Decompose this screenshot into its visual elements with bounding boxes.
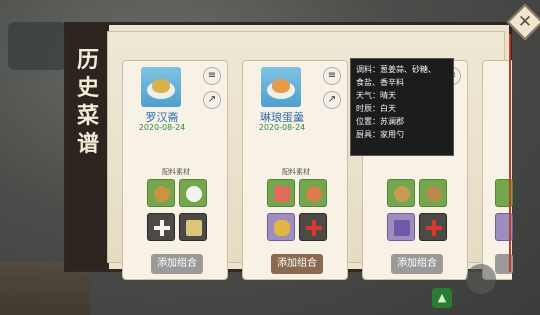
plant-icon[interactable] (179, 213, 207, 241)
share-icon[interactable]: ↗ (203, 91, 221, 109)
panel-title-char: 菜 (76, 103, 99, 129)
share-icon[interactable]: ↗ (323, 91, 341, 109)
scene-prop (8, 22, 66, 70)
add-combination-button[interactable]: 添加组合 (391, 254, 443, 274)
meat-icon[interactable] (267, 179, 295, 207)
empty-slot-plus-icon[interactable] (299, 213, 327, 241)
scroll-indicator (509, 34, 511, 272)
tooltip-utensil: 厨具：家用勺 (356, 130, 404, 139)
eggs-icon[interactable] (299, 179, 327, 207)
dish-date: 2020-08-24 (138, 123, 186, 132)
add-combination-button[interactable]: 添加组合 (271, 254, 323, 274)
lavender-icon[interactable] (387, 213, 415, 241)
recipe-card[interactable]: ≡ ↗ 琳琅蛋羹 2020-08-24 配料素材 添加组合 (242, 60, 348, 280)
recipe-card-partial[interactable] (482, 60, 513, 280)
materials-label: 配料素材 (162, 168, 190, 176)
materials-label: 配料素材 (282, 168, 310, 176)
close-icon: ✕ (517, 12, 533, 32)
tooltip-seasoning-cont: 食盐、香辛料 (356, 78, 404, 87)
dish-image (261, 67, 301, 107)
pineapple-icon[interactable] (267, 213, 295, 241)
panel-title-strip: 历 史 菜 谱 (67, 25, 109, 269)
rice-icon[interactable] (387, 179, 415, 207)
dish-date: 2020-08-24 (258, 123, 306, 132)
bowl-icon[interactable] (419, 179, 447, 207)
arrow-up-icon: ▲ (437, 291, 447, 304)
tooltip-time: 时辰：白天 (356, 104, 396, 113)
panel-title-char: 史 (76, 75, 99, 101)
menu-icon[interactable]: ≡ (203, 67, 221, 85)
tooltip-seasoning: 调料：葱姜蒜、砂糖、 (356, 65, 436, 74)
empty-slot-plus-icon[interactable] (147, 213, 175, 241)
panel-title-char: 谱 (76, 131, 99, 157)
empty-slot-plus-icon[interactable] (419, 213, 447, 241)
tooltip-location: 位置：苏澜郡 (356, 117, 404, 126)
menu-icon[interactable]: ≡ (323, 67, 341, 85)
add-combination-button[interactable]: 添加组合 (151, 254, 203, 274)
action-button[interactable] (466, 264, 496, 294)
recipe-card[interactable]: ≡ ↗ 罗汉斋 2020-08-24 配料素材 添加组合 (122, 60, 228, 280)
status-badge: ▲ (432, 288, 452, 308)
recipe-detail-tooltip: 调料：葱姜蒜、砂糖、 食盐、香辛料 天气：晴天 时辰：白天 位置：苏澜郡 厨具：… (350, 58, 454, 156)
bread-icon[interactable] (147, 179, 175, 207)
panel-title-char: 历 (76, 47, 99, 73)
tooltip-weather: 天气：晴天 (356, 91, 396, 100)
dish-image (141, 67, 181, 107)
rice-bowl-icon[interactable] (179, 179, 207, 207)
